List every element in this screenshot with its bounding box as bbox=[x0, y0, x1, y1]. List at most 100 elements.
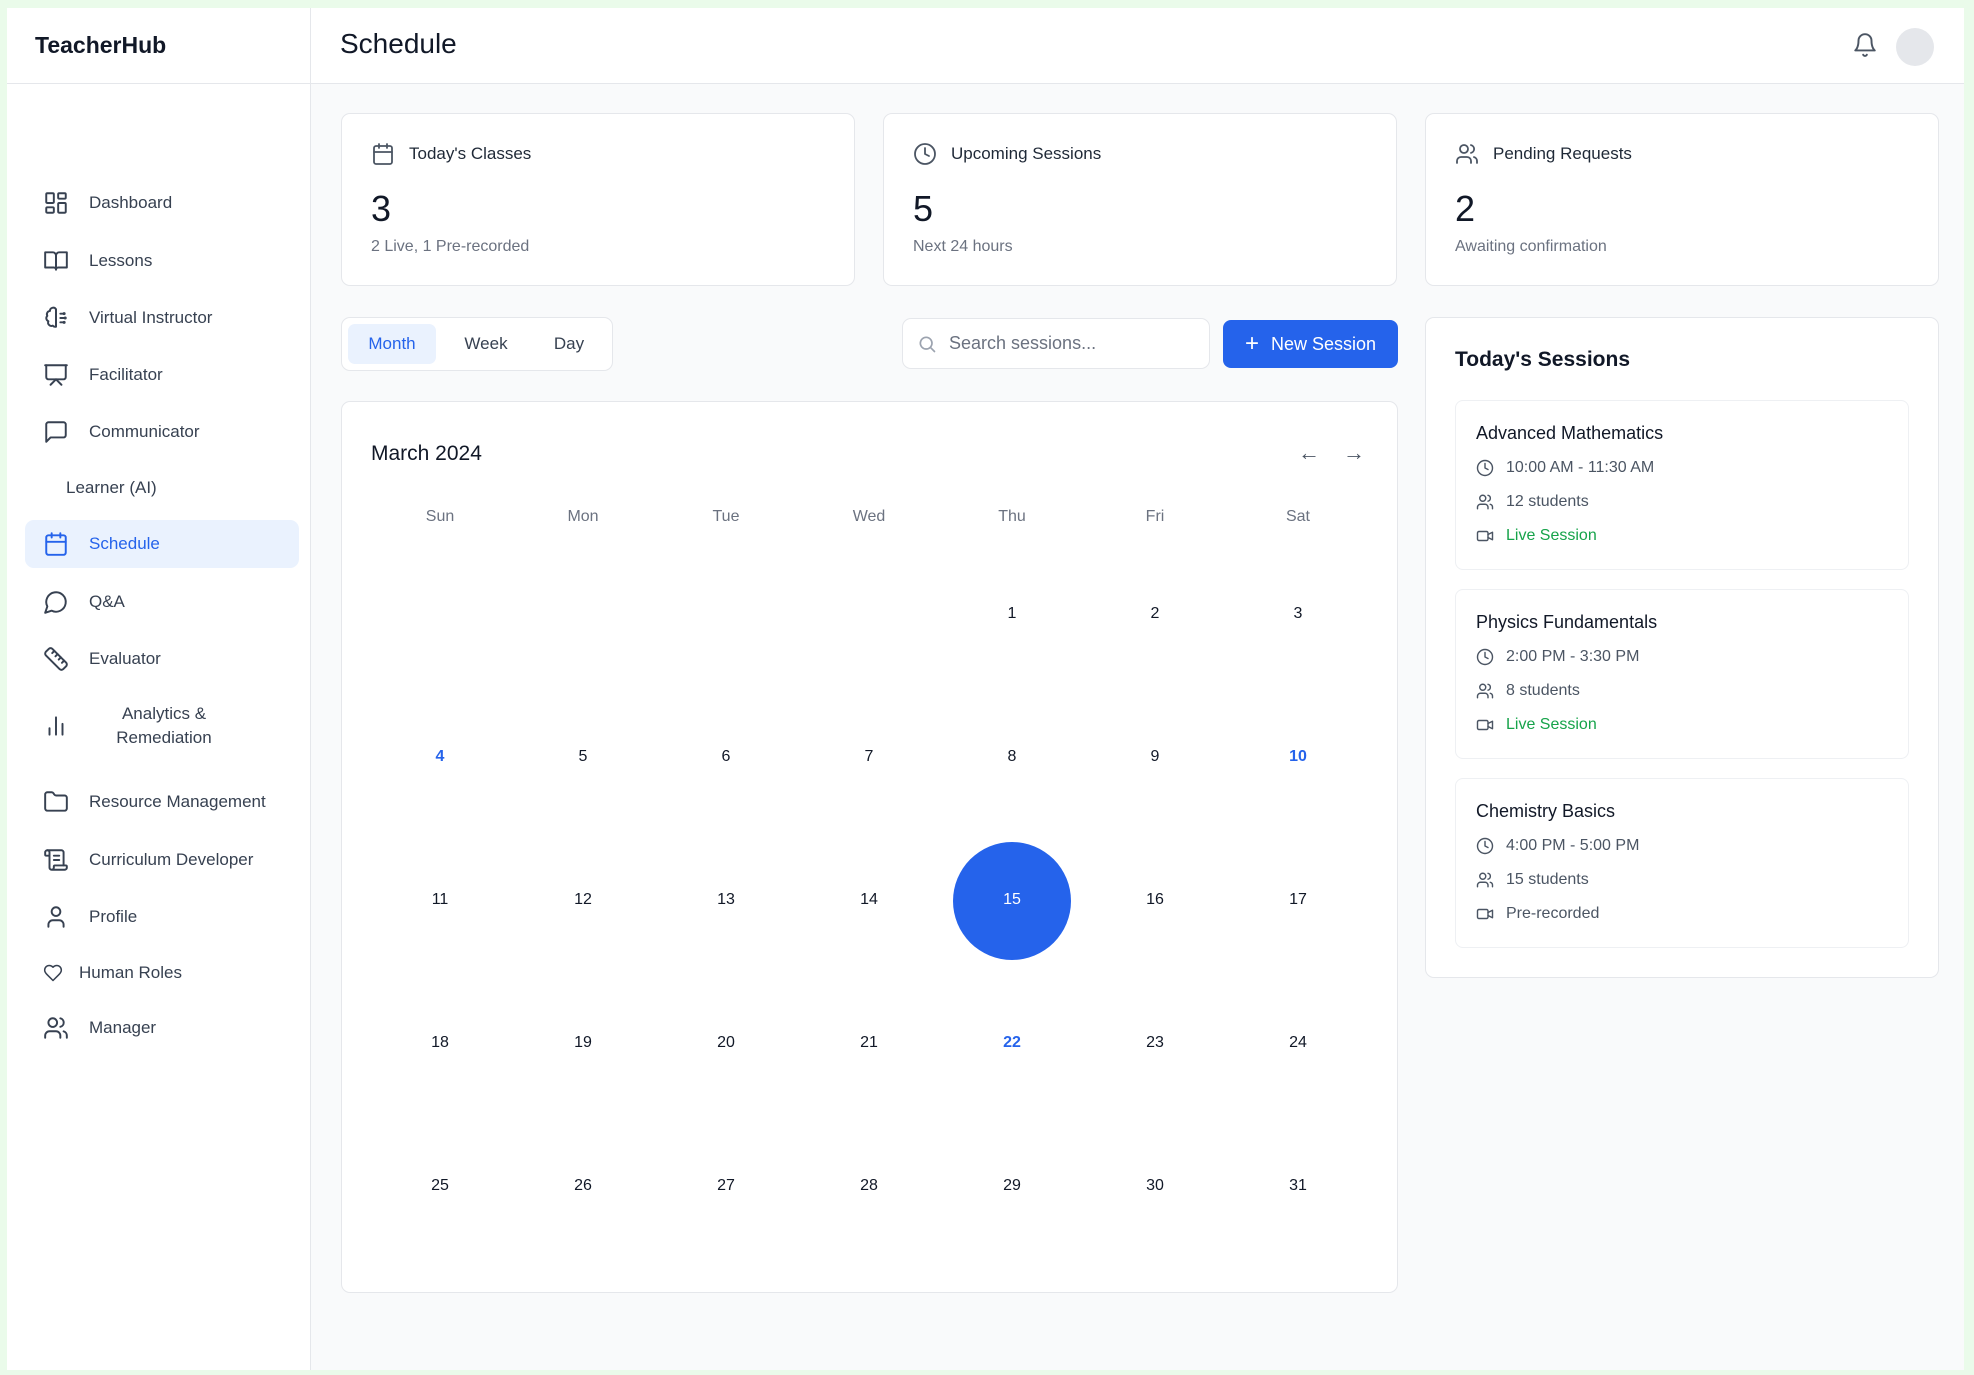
search-box bbox=[902, 318, 1210, 369]
calendar-day[interactable]: 8 bbox=[952, 748, 1072, 766]
sidebar-item-curriculum-developer[interactable]: Curriculum Developer bbox=[25, 836, 299, 884]
bar-chart-icon bbox=[43, 713, 69, 739]
calendar-day[interactable]: 17 bbox=[1238, 891, 1358, 909]
weekday-header: Fri bbox=[1145, 508, 1165, 525]
sidebar-item-virtual-instructor[interactable]: Virtual Instructor bbox=[25, 294, 299, 342]
calendar-day[interactable]: 29 bbox=[952, 1177, 1072, 1195]
search-input[interactable] bbox=[947, 332, 1191, 355]
calendar-day[interactable]: 6 bbox=[666, 748, 786, 766]
calendar-day-selected[interactable]: 15 bbox=[952, 891, 1072, 909]
sidebar-item-dashboard[interactable]: Dashboard bbox=[25, 179, 299, 227]
calendar-day[interactable]: 12 bbox=[523, 891, 643, 909]
sidebar-item-label: Curriculum Developer bbox=[89, 850, 254, 869]
sidebar-item-evaluator[interactable]: Evaluator bbox=[25, 635, 299, 683]
calendar-day[interactable]: 2 bbox=[1095, 605, 1215, 623]
stat-subtitle: 2 Live, 1 Pre-recorded bbox=[371, 238, 530, 255]
weekday-header: Sun bbox=[425, 508, 455, 525]
message-square-icon bbox=[43, 419, 69, 445]
clock-icon bbox=[1476, 648, 1494, 666]
calendar-day[interactable]: 30 bbox=[1095, 1177, 1215, 1195]
sidebar-item-label: Schedule bbox=[89, 534, 160, 553]
view-toggle: Month Week Day bbox=[341, 317, 613, 371]
calendar-day[interactable]: 9 bbox=[1095, 748, 1215, 766]
users-icon bbox=[1476, 872, 1494, 888]
sidebar-item-manager[interactable]: Manager bbox=[25, 1004, 299, 1052]
video-icon bbox=[1476, 719, 1494, 731]
calendar-day[interactable]: 26 bbox=[523, 1177, 643, 1195]
heart-icon bbox=[43, 963, 63, 983]
session-students: 8 students bbox=[1506, 682, 1580, 699]
sidebar-item-resource-management[interactable]: Resource Management bbox=[25, 778, 299, 826]
prev-month-button[interactable]: ← bbox=[1298, 440, 1320, 466]
calendar-day[interactable]: 23 bbox=[1095, 1034, 1215, 1052]
calendar-day[interactable]: 16 bbox=[1095, 891, 1215, 909]
users-icon bbox=[1476, 683, 1494, 699]
calendar-icon bbox=[43, 531, 69, 557]
calendar-day[interactable]: 25 bbox=[380, 1177, 500, 1195]
clock-icon bbox=[914, 143, 936, 165]
calendar-day[interactable]: 27 bbox=[666, 1177, 786, 1195]
page-title: Schedule bbox=[340, 28, 457, 59]
calendar-day[interactable]: 22 bbox=[952, 1034, 1072, 1052]
sidebar-item-label: Analytics & Remediation bbox=[116, 704, 212, 747]
calendar-day[interactable]: 4 bbox=[380, 748, 500, 766]
session-card[interactable]: Chemistry Basics 4:00 PM - 5:00 PM 15 st… bbox=[1455, 778, 1909, 948]
sidebar-item-label: Resource Management bbox=[89, 792, 266, 811]
calendar-icon bbox=[373, 143, 393, 165]
sidebar-item-label: Communicator bbox=[89, 422, 200, 441]
clock-icon bbox=[1476, 837, 1494, 855]
calendar-day[interactable]: 10 bbox=[1238, 748, 1358, 766]
sidebar-item-human-roles[interactable]: Human Roles bbox=[25, 949, 299, 997]
tab-week[interactable]: Week bbox=[444, 324, 528, 364]
session-card[interactable]: Physics Fundamentals 2:00 PM - 3:30 PM 8… bbox=[1455, 589, 1909, 759]
sidebar-item-profile[interactable]: Profile bbox=[25, 893, 299, 941]
session-students: 12 students bbox=[1506, 493, 1589, 510]
sidebar-item-communicator[interactable]: Communicator bbox=[25, 408, 299, 456]
next-month-button[interactable]: → bbox=[1343, 440, 1365, 466]
sidebar-item-label: Learner (AI) bbox=[66, 478, 157, 497]
sidebar-item-schedule[interactable]: Schedule bbox=[25, 520, 299, 568]
sidebar-item-label: Q&A bbox=[89, 592, 125, 611]
brand-logo[interactable]: TeacherHub bbox=[7, 8, 310, 84]
calendar-day[interactable]: 3 bbox=[1238, 605, 1358, 623]
session-card[interactable]: Advanced Mathematics 10:00 AM - 11:30 AM… bbox=[1455, 400, 1909, 570]
calendar-day[interactable]: 24 bbox=[1238, 1034, 1358, 1052]
calendar-day[interactable]: 19 bbox=[523, 1034, 643, 1052]
sidebar-item-label: Facilitator bbox=[89, 365, 163, 384]
calendar-day[interactable]: 31 bbox=[1238, 1177, 1358, 1195]
avatar[interactable] bbox=[1896, 28, 1934, 66]
sidebar-item-analytics-remediation[interactable]: Analytics & Remediation bbox=[25, 698, 299, 754]
sidebar-item-learner-ai[interactable]: Learner (AI) bbox=[25, 464, 299, 512]
scroll-icon bbox=[43, 847, 69, 873]
stat-value: 3 bbox=[371, 188, 392, 229]
stat-card-pending-requests: Pending Requests 2 Awaiting confirmation bbox=[1425, 113, 1939, 286]
app-frame: TeacherHub Dashboard Lessons Virtual Ins… bbox=[7, 8, 1964, 1370]
todays-sessions-panel: Today's Sessions Advanced Mathematics 10… bbox=[1425, 317, 1939, 978]
tab-day[interactable]: Day bbox=[536, 324, 602, 364]
calendar-day[interactable]: 14 bbox=[809, 891, 929, 909]
calendar-day[interactable]: 20 bbox=[666, 1034, 786, 1052]
sidebar-item-qa[interactable]: Q&A bbox=[25, 578, 299, 626]
calendar-day[interactable]: 5 bbox=[523, 748, 643, 766]
calendar-day[interactable]: 1 bbox=[952, 605, 1072, 623]
sidebar-item-facilitator[interactable]: Facilitator bbox=[25, 351, 299, 399]
message-circle-icon bbox=[43, 589, 69, 615]
calendar-day[interactable]: 7 bbox=[809, 748, 929, 766]
calendar-day[interactable]: 21 bbox=[809, 1034, 929, 1052]
bell-icon[interactable] bbox=[1852, 32, 1878, 58]
sidebar-item-lessons[interactable]: Lessons bbox=[25, 237, 299, 285]
calendar-day[interactable]: 18 bbox=[380, 1034, 500, 1052]
new-session-button[interactable]: + New Session bbox=[1223, 320, 1398, 368]
calendar-day[interactable]: 13 bbox=[666, 891, 786, 909]
calendar-day[interactable]: 28 bbox=[809, 1177, 929, 1195]
dashboard-icon bbox=[43, 190, 69, 216]
video-icon bbox=[1476, 530, 1494, 542]
sidebar-item-label: Profile bbox=[89, 907, 138, 926]
plus-icon: + bbox=[1244, 330, 1259, 357]
calendar-day[interactable]: 11 bbox=[380, 891, 500, 909]
stat-value: 5 bbox=[913, 188, 934, 229]
session-name: Physics Fundamentals bbox=[1476, 612, 1658, 632]
weekday-header: Wed bbox=[852, 508, 886, 525]
ruler-icon bbox=[43, 646, 69, 672]
tab-month[interactable]: Month bbox=[348, 324, 436, 364]
